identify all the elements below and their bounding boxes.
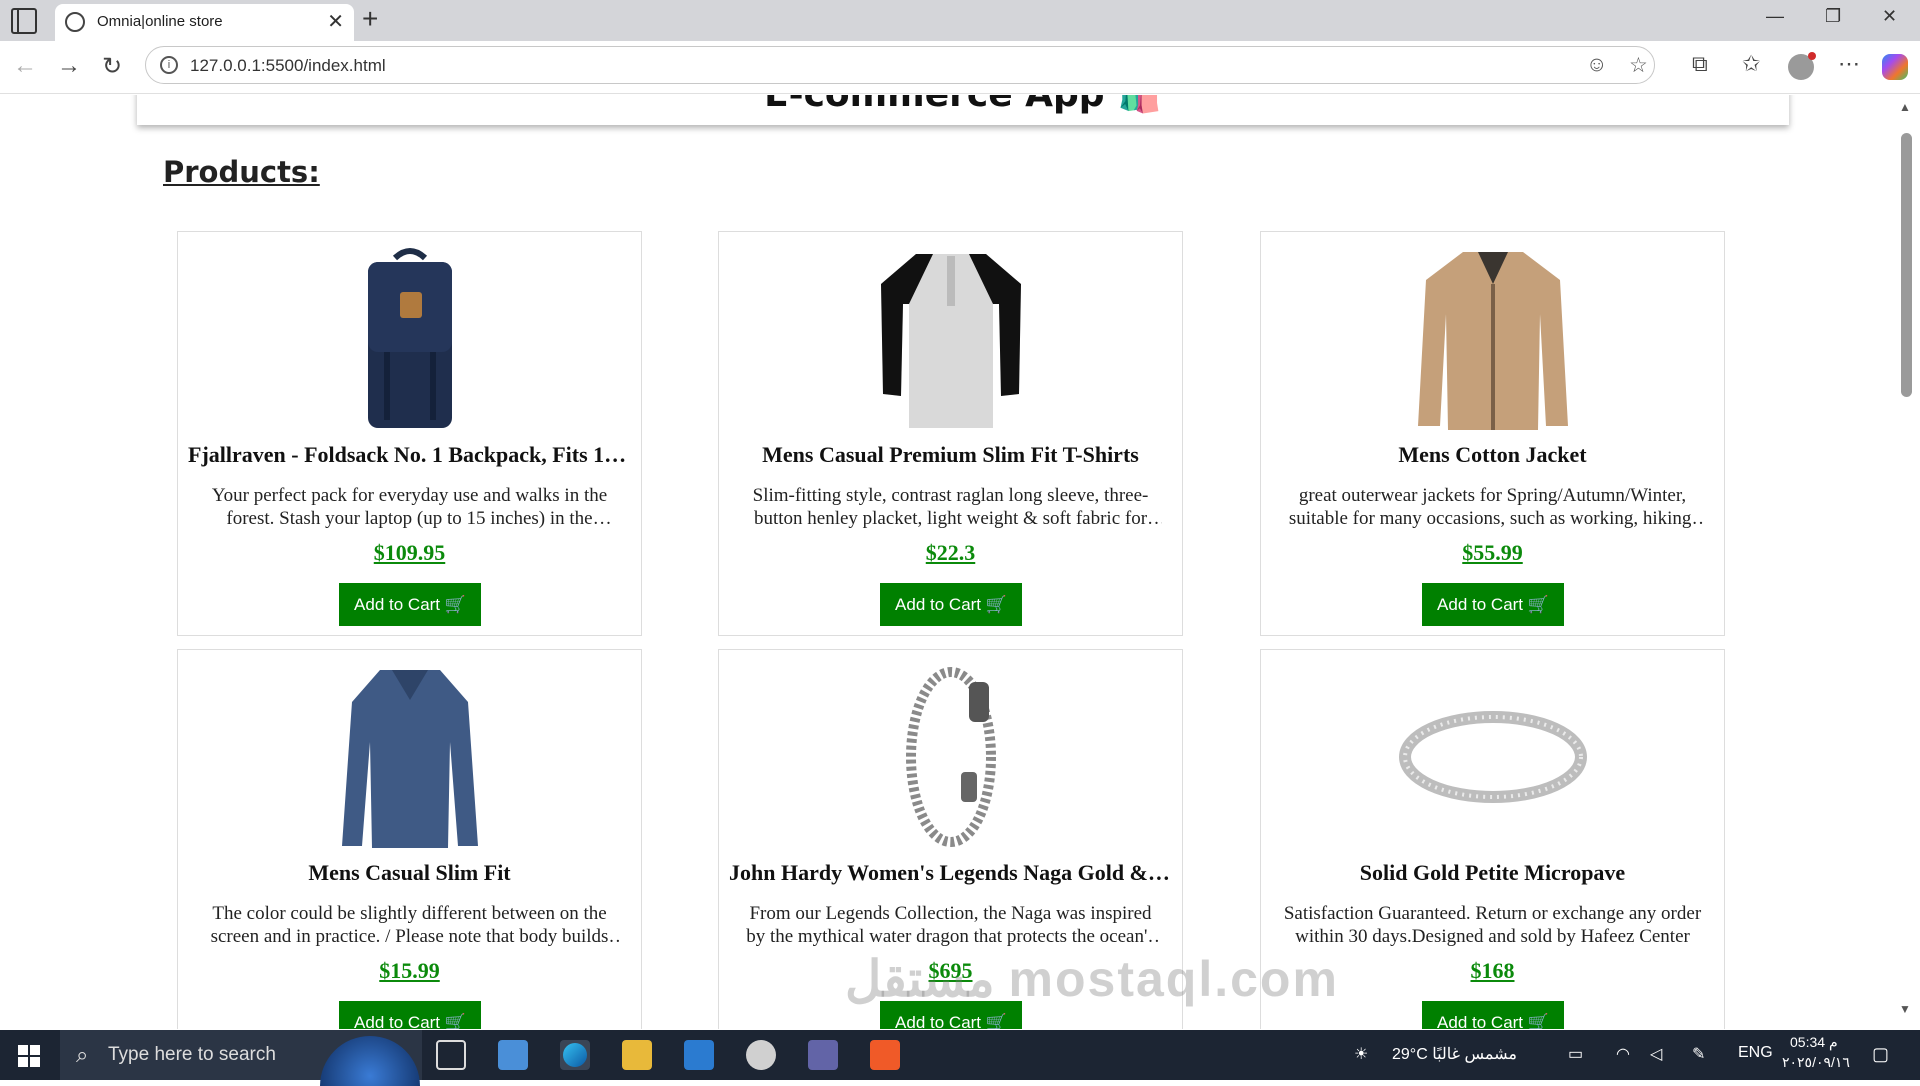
steam-icon[interactable] bbox=[746, 1040, 776, 1070]
add-to-cart-button[interactable]: Add to Cart 🛒 bbox=[1422, 1001, 1564, 1029]
browser-titlebar: Omnia|online store ✕ + — ❐ ✕ bbox=[0, 0, 1920, 41]
weather-icon[interactable]: ☀ bbox=[1354, 1044, 1368, 1064]
product-name: Mens Cotton Jacket bbox=[1398, 442, 1587, 467]
globe-icon bbox=[65, 12, 85, 32]
url-text[interactable]: 127.0.0.1:5500/index.html bbox=[190, 56, 386, 76]
tab-title: Omnia|online store bbox=[97, 13, 223, 30]
address-bar[interactable]: i 127.0.0.1:5500/index.html ☺ ☆ bbox=[145, 46, 1655, 84]
teams-icon[interactable] bbox=[808, 1040, 838, 1070]
watermark: مستقل mostaql.com bbox=[845, 951, 1339, 1007]
page-viewport: E-commerce App 🛍️ Products: Fjallraven -… bbox=[6, 95, 1896, 1029]
forward-button[interactable]: → bbox=[57, 52, 81, 80]
taskbar: ⌕ Type here to search ☀ 29°C مشمس غالبًا… bbox=[0, 1030, 1920, 1086]
bracelet-image bbox=[905, 667, 996, 847]
product-name: Solid Gold Petite Micropave bbox=[1359, 860, 1626, 885]
product-description: Satisfaction Guaranteed. Return or excha… bbox=[1283, 903, 1702, 947]
sweater-image bbox=[341, 670, 478, 848]
more-menu-icon[interactable]: ⋯ bbox=[1838, 51, 1860, 77]
product-card: Mens Casual Slim Fit The color could be … bbox=[177, 649, 642, 1029]
product-image bbox=[1261, 244, 1724, 434]
tshirt-image bbox=[880, 254, 1021, 428]
vscode-icon[interactable] bbox=[684, 1040, 714, 1070]
product-description: Slim-fitting style, contrast raglan long… bbox=[752, 485, 1149, 529]
product-name: John Hardy Women's Legends Naga Gold & S… bbox=[729, 860, 1172, 885]
copilot-icon[interactable] bbox=[1882, 54, 1908, 80]
product-price: $15.99 bbox=[379, 958, 440, 983]
product-card: Mens Cotton Jacket great outerwear jacke… bbox=[1260, 231, 1725, 636]
jacket-image bbox=[1417, 252, 1568, 430]
close-window-button[interactable]: ✕ bbox=[1882, 6, 1897, 27]
add-to-cart-button[interactable]: Add to Cart 🛒 bbox=[1422, 583, 1564, 626]
scroll-up-icon[interactable]: ▲ bbox=[1899, 100, 1911, 114]
section-title: Products: bbox=[163, 155, 320, 189]
product-image bbox=[719, 662, 1182, 852]
product-name: Mens Casual Premium Slim Fit T-Shirts bbox=[762, 442, 1139, 467]
product-price: $109.95 bbox=[373, 540, 446, 565]
microsoft-store-icon[interactable] bbox=[498, 1040, 528, 1070]
product-card: Fjallraven - Foldsack No. 1 Backpack, Fi… bbox=[177, 231, 642, 636]
product-description: From our Legends Collection, the Naga wa… bbox=[746, 903, 1155, 947]
clock-time[interactable]: 05:34 م bbox=[1790, 1034, 1838, 1051]
read-aloud-icon[interactable]: ☺ bbox=[1586, 53, 1607, 77]
ring-image bbox=[1398, 711, 1587, 803]
product-price: $55.99 bbox=[1462, 540, 1523, 565]
back-button[interactable]: ← bbox=[13, 52, 37, 80]
search-icon: ⌕ bbox=[76, 1042, 89, 1067]
clock-date[interactable]: ٢٠٢٥/٠٩/١٦ bbox=[1782, 1054, 1850, 1071]
favorites-icon[interactable]: ✩ bbox=[1742, 51, 1760, 77]
product-description: Your perfect pack for everyday use and w… bbox=[211, 485, 608, 529]
file-explorer-icon[interactable] bbox=[622, 1040, 652, 1070]
extensions-icon[interactable]: ⧉ bbox=[1692, 51, 1708, 77]
site-info-icon[interactable]: i bbox=[160, 56, 178, 74]
scroll-down-icon[interactable]: ▼ bbox=[1899, 1002, 1911, 1016]
product-image bbox=[719, 244, 1182, 434]
volume-icon[interactable]: ◁ bbox=[1650, 1044, 1662, 1064]
close-tab-icon[interactable]: ✕ bbox=[327, 9, 344, 34]
brave-icon[interactable] bbox=[870, 1040, 900, 1070]
minimize-button[interactable]: — bbox=[1766, 6, 1784, 27]
address-bar-row: ← → ↻ i 127.0.0.1:5500/index.html ☺ ☆ ⧉ … bbox=[0, 41, 1920, 94]
browser-tab[interactable]: Omnia|online store ✕ bbox=[55, 4, 354, 41]
profile-avatar[interactable] bbox=[1788, 52, 1816, 80]
task-view-icon[interactable] bbox=[436, 1040, 466, 1070]
tab-actions-icon[interactable] bbox=[11, 8, 37, 34]
product-card: Mens Casual Premium Slim Fit T-Shirts Sl… bbox=[718, 231, 1183, 636]
edge-browser-icon[interactable] bbox=[560, 1040, 590, 1070]
search-placeholder: Type here to search bbox=[108, 1044, 276, 1065]
product-image bbox=[1261, 662, 1724, 852]
windows-start-icon[interactable] bbox=[18, 1045, 40, 1067]
product-description: The color could be slightly different be… bbox=[210, 903, 609, 947]
notifications-icon[interactable]: ▢ bbox=[1872, 1044, 1889, 1065]
language-indicator[interactable]: ENG bbox=[1738, 1044, 1773, 1062]
restore-button[interactable]: ❐ bbox=[1825, 6, 1841, 27]
add-to-cart-button[interactable]: Add to Cart 🛒 bbox=[880, 583, 1022, 626]
favorite-star-icon[interactable]: ☆ bbox=[1629, 53, 1648, 78]
product-image bbox=[178, 662, 641, 852]
product-name: Mens Casual Slim Fit bbox=[308, 860, 511, 885]
new-tab-button[interactable]: + bbox=[362, 3, 378, 35]
scrollbar-thumb[interactable] bbox=[1901, 133, 1912, 397]
refresh-button[interactable]: ↻ bbox=[102, 52, 122, 81]
product-price: $22.3 bbox=[925, 540, 976, 565]
backpack-image bbox=[367, 248, 452, 428]
product-name: Fjallraven - Foldsack No. 1 Backpack, Fi… bbox=[188, 442, 631, 467]
add-to-cart-button[interactable]: Add to Cart 🛒 bbox=[339, 1001, 481, 1029]
battery-icon[interactable]: ▭ bbox=[1568, 1044, 1583, 1064]
product-description: great outerwear jackets for Spring/Autum… bbox=[1288, 485, 1697, 529]
product-image bbox=[178, 244, 641, 434]
page-header: E-commerce App 🛍️ bbox=[137, 95, 1789, 125]
wifi-icon[interactable]: ◠ bbox=[1616, 1044, 1630, 1064]
header-title: E-commerce App 🛍️ bbox=[764, 95, 1162, 115]
pen-icon[interactable]: ✎ bbox=[1692, 1044, 1705, 1064]
add-to-cart-button[interactable]: Add to Cart 🛒 bbox=[339, 583, 481, 626]
weather-text[interactable]: 29°C مشمس غالبًا bbox=[1392, 1044, 1517, 1064]
